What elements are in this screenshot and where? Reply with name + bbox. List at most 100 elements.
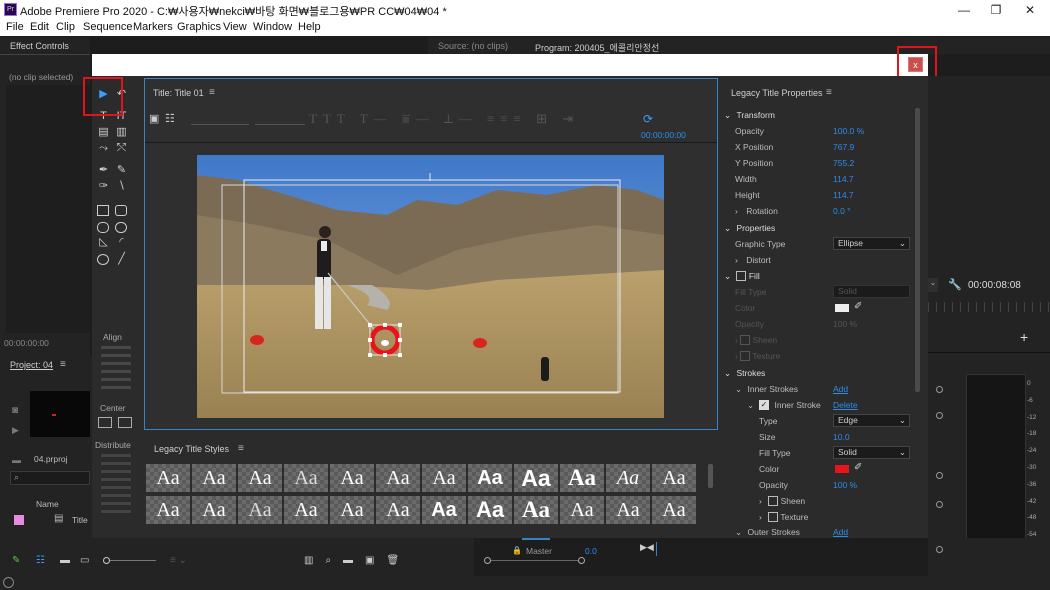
- distribute-buttons[interactable]: [101, 454, 131, 514]
- timeline-scroll[interactable]: [488, 560, 584, 561]
- stroke-color-swatch[interactable]: [835, 465, 849, 473]
- menu-clip[interactable]: Clip: [56, 21, 75, 33]
- list-view-icon[interactable]: ☷: [36, 555, 45, 566]
- properties-tab[interactable]: Legacy Title Properties: [731, 88, 823, 98]
- title-panel-tab[interactable]: Title: Title 01: [153, 88, 204, 98]
- style-swatch[interactable]: Aa: [514, 464, 558, 492]
- program-tab[interactable]: Program: 200405_에콜리안정선: [535, 41, 659, 54]
- texture-row[interactable]: › Texture: [735, 349, 935, 364]
- style-swatch[interactable]: Aa: [606, 496, 650, 524]
- add-button-icon[interactable]: +: [1020, 329, 1028, 345]
- style-swatch[interactable]: Aa: [468, 496, 512, 524]
- style-swatch[interactable]: Aa: [422, 464, 466, 492]
- wrench-icon[interactable]: 🔧: [948, 278, 962, 291]
- graphic-type-dropdown[interactable]: Ellipse ⌄: [833, 237, 910, 250]
- clipped-rect-tool-icon[interactable]: [97, 222, 109, 233]
- scroll-knob[interactable]: [936, 501, 943, 508]
- style-swatch[interactable]: Aa: [468, 464, 512, 492]
- eyedropper-icon[interactable]: ✐: [854, 301, 862, 312]
- stroke-sheen-checkbox[interactable]: [768, 496, 779, 506]
- program-ruler[interactable]: [928, 302, 1050, 312]
- project-tab[interactable]: Project: 04: [10, 360, 53, 370]
- area-type-tool-icon[interactable]: ▤: [96, 126, 111, 139]
- icon-view-icon[interactable]: ▬: [60, 555, 70, 566]
- project-item-title[interactable]: Title: [72, 515, 88, 525]
- master-volume-value[interactable]: 0.0: [585, 546, 597, 556]
- style-swatch[interactable]: Aa: [192, 496, 236, 524]
- close-window-button[interactable]: ✕: [1014, 0, 1046, 20]
- style-swatch[interactable]: Aa: [376, 464, 420, 492]
- menu-markers[interactable]: Markers: [133, 21, 173, 33]
- new-title-icon[interactable]: ▣: [149, 112, 159, 125]
- path-type-tool-icon[interactable]: ⤳: [96, 142, 111, 155]
- legacy-title-styles-tab[interactable]: Legacy Title Styles: [154, 444, 229, 454]
- chevron-down-icon[interactable]: ⌄: [928, 278, 938, 292]
- source-tab[interactable]: Source: (no clips): [438, 41, 508, 51]
- zoom-slider-knob[interactable]: [103, 557, 110, 564]
- freeform-view-icon[interactable]: ▭: [80, 555, 89, 566]
- style-swatch[interactable]: Aa: [422, 496, 466, 524]
- menu-graphics[interactable]: Graphics: [177, 21, 221, 33]
- menu-window[interactable]: Window: [253, 21, 292, 33]
- lock-icon[interactable]: 🔒: [512, 546, 522, 555]
- rounded-rect-tool-icon[interactable]: [115, 205, 127, 216]
- project-menu-icon[interactable]: ≡: [60, 359, 66, 370]
- style-swatch[interactable]: Aa: [330, 496, 374, 524]
- style-swatch[interactable]: Aa: [238, 464, 282, 492]
- style-swatch[interactable]: Aa: [238, 496, 282, 524]
- styles-menu-icon[interactable]: ≡: [238, 443, 244, 454]
- styles-scrollbar[interactable]: [708, 464, 713, 488]
- sort-icon[interactable]: ≡ ⌄: [170, 555, 187, 566]
- add-anchor-tool-icon[interactable]: ✑: [96, 180, 111, 193]
- convert-anchor-tool-icon[interactable]: ∖: [114, 180, 129, 193]
- fill-section[interactable]: ⌄ Fill: [724, 269, 924, 284]
- scroll-handle-left[interactable]: [484, 557, 491, 564]
- style-swatch[interactable]: Aa: [560, 464, 604, 492]
- center-vertical-icon[interactable]: [118, 417, 132, 428]
- menu-view[interactable]: View: [223, 21, 247, 33]
- project-actions-icons[interactable]: ▥⌕▬▣🗑: [304, 555, 411, 566]
- rectangle-tool-icon[interactable]: [97, 205, 109, 216]
- play-icon[interactable]: ▶: [12, 425, 19, 436]
- texture-checkbox[interactable]: [740, 351, 751, 361]
- eyedropper-icon[interactable]: ✐: [854, 462, 862, 473]
- properties-section[interactable]: ⌄ Properties: [724, 221, 924, 236]
- sheen-checkbox[interactable]: [740, 335, 751, 345]
- font-style-dropdown[interactable]: [255, 113, 305, 125]
- fill-checkbox[interactable]: [736, 271, 747, 281]
- inner-stroke-checkbox[interactable]: ✓: [759, 400, 769, 410]
- pen-tool-icon[interactable]: ✒: [96, 164, 111, 177]
- style-swatch[interactable]: Aa: [330, 464, 374, 492]
- rounded-corner-tool-icon[interactable]: [115, 222, 127, 233]
- properties-menu-icon[interactable]: ≡: [826, 87, 832, 98]
- effect-controls-tab[interactable]: Effect Controls: [10, 41, 69, 51]
- style-swatch[interactable]: Aa: [146, 464, 190, 492]
- style-swatch[interactable]: Aa: [284, 464, 328, 492]
- fill-color-swatch[interactable]: [835, 304, 849, 312]
- style-swatch[interactable]: Aa: [192, 464, 236, 492]
- style-swatch[interactable]: Aa: [606, 464, 650, 492]
- style-swatch[interactable]: Aa: [652, 464, 696, 492]
- playhead[interactable]: [656, 542, 657, 556]
- text-format-icons[interactable]: TTT T— ⩸— ⊥— ≡≡≡ ⊞ ⇥: [309, 111, 579, 127]
- stroke-fill-type-dropdown[interactable]: Solid ⌄: [833, 446, 910, 459]
- strokes-section[interactable]: ⌄ Strokes: [724, 366, 924, 381]
- menu-sequence[interactable]: Sequence: [83, 21, 133, 33]
- scroll-knob[interactable]: [936, 546, 943, 553]
- style-swatch[interactable]: Aa: [652, 496, 696, 524]
- line-tool-icon[interactable]: ╱: [114, 253, 129, 266]
- zoom-slider[interactable]: [103, 557, 156, 564]
- vertical-area-type-tool-icon[interactable]: ▥: [114, 126, 129, 139]
- project-thumbnail[interactable]: [30, 391, 90, 437]
- transform-section[interactable]: ⌄ Transform: [724, 108, 924, 123]
- menu-help[interactable]: Help: [298, 21, 321, 33]
- align-buttons[interactable]: [101, 346, 131, 394]
- distort-row[interactable]: › Distort: [735, 253, 935, 268]
- menu-edit[interactable]: Edit: [30, 21, 49, 33]
- project-search-input[interactable]: ⌕: [10, 471, 90, 485]
- pencil-icon[interactable]: ✎: [12, 555, 20, 566]
- wedge-tool-icon[interactable]: ◺: [96, 236, 111, 249]
- name-column-header[interactable]: Name: [36, 499, 59, 509]
- style-swatch[interactable]: Aa: [376, 496, 420, 524]
- maximize-button[interactable]: ❐: [980, 0, 1012, 20]
